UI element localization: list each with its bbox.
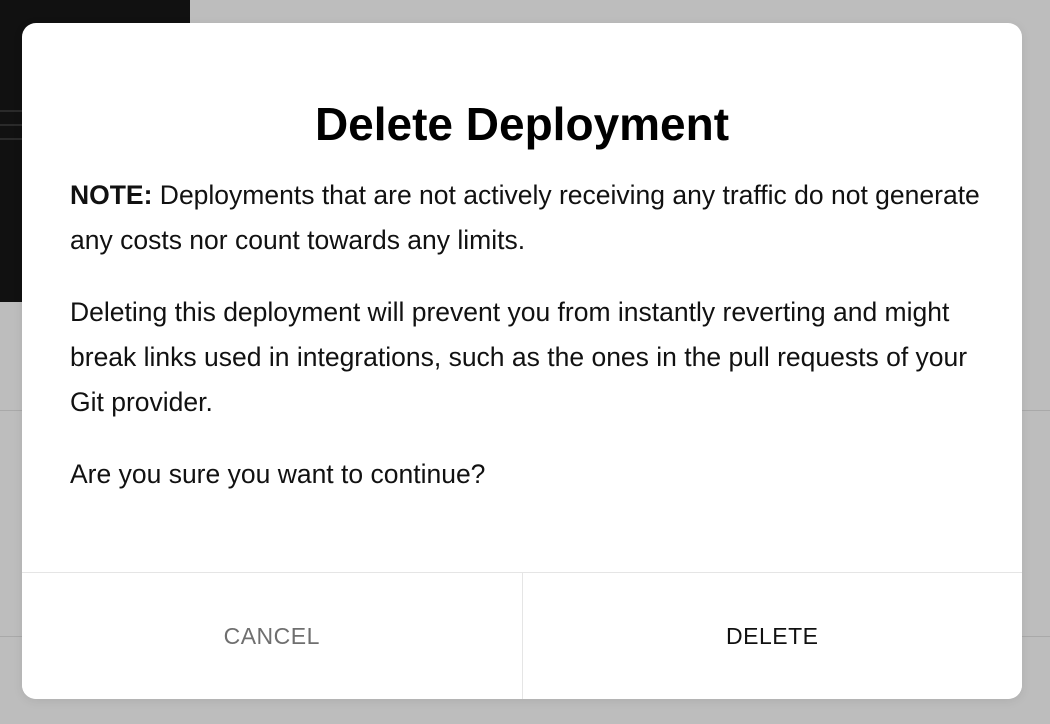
dialog-footer: CANCEL DELETE [22,572,1022,699]
dialog-body: NOTE: Deployments that are not actively … [70,173,985,524]
note-label: NOTE: [70,180,153,210]
delete-deployment-dialog: Delete Deployment NOTE: Deployments that… [22,23,1022,699]
note-text: Deployments that are not actively receiv… [70,180,980,255]
dialog-warning: Deleting this deployment will prevent yo… [70,297,968,417]
dialog-title: Delete Deployment [314,98,730,150]
dialog-question: Are you sure you want to continue? [70,459,486,489]
cancel-button[interactable]: CANCEL [22,573,523,699]
delete-button[interactable]: DELETE [522,573,1022,699]
dialog-note: NOTE: Deployments that are not actively … [70,173,985,263]
